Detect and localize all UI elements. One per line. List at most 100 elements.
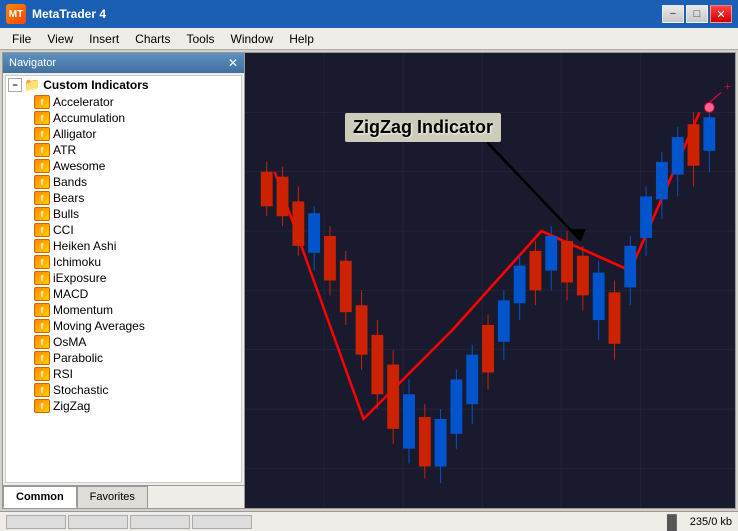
indicator-label: ATR [53,143,76,157]
indicator-label: Stochastic [53,383,108,397]
menu-insert[interactable]: Insert [81,30,127,48]
indicator-icon: f [34,175,50,189]
indicator-label: OsMA [53,335,86,349]
title-bar: MT MetaTrader 4 − □ ✕ [0,0,738,28]
list-item[interactable]: f Bulls [6,206,241,222]
maximize-button[interactable]: □ [686,5,708,23]
status-segment-2 [68,515,128,529]
svg-text:+: + [724,80,731,94]
indicator-label: Moving Averages [53,319,145,333]
indicator-icon: f [34,367,50,381]
list-item[interactable]: f ATR [6,142,241,158]
indicator-icon: f [34,143,50,157]
indicator-icon: f [34,223,50,237]
menu-charts[interactable]: Charts [127,30,178,48]
indicator-icon: f [34,95,50,109]
status-segments [6,515,252,529]
list-item[interactable]: f Ichimoku [6,254,241,270]
status-segment-1 [6,515,66,529]
list-item[interactable]: f Moving Averages [6,318,241,334]
list-item[interactable]: f RSI [6,366,241,382]
list-item[interactable]: f Momentum [6,302,241,318]
indicator-icon: f [34,319,50,333]
nav-tabs: Common Favorites [3,485,244,508]
indicator-icon: f [34,271,50,285]
chart-area[interactable]: ZigZag Indicator [245,53,735,508]
close-button[interactable]: ✕ [710,5,732,23]
indicator-label: Awesome [53,159,105,173]
bars-icon: ▐▌ [662,514,682,530]
tree-root-item[interactable]: − 📁 Custom Indicators [6,76,241,94]
list-item[interactable]: f Stochastic [6,382,241,398]
menu-bar: File View Insert Charts Tools Window Hel… [0,28,738,50]
chart-annotation: ZigZag Indicator [345,113,501,142]
list-item[interactable]: f Bears [6,190,241,206]
minimize-button[interactable]: − [662,5,684,23]
status-right: ▐▌ 235/0 kb [662,514,732,530]
indicator-label: Heiken Ashi [53,239,116,253]
indicator-label: Bulls [53,207,79,221]
list-item[interactable]: f Parabolic [6,350,241,366]
menu-view[interactable]: View [39,30,81,48]
indicator-icon: f [34,399,50,413]
indicator-label: Ichimoku [53,255,101,269]
indicator-icon: f [34,335,50,349]
indicator-label: CCI [53,223,74,237]
indicator-label: Bears [53,191,84,205]
main-content: Navigator ✕ − 📁 Custom Indicators f Acce… [2,52,736,509]
expand-icon[interactable]: − [8,78,22,92]
list-item[interactable]: f Accelerator [6,94,241,110]
folder-icon: 📁 [24,77,40,93]
app-icon: MT [6,4,26,24]
list-item[interactable]: f ZigZag [6,398,241,414]
indicator-icon: f [34,287,50,301]
list-item[interactable]: f Alligator [6,126,241,142]
indicator-icon: f [34,303,50,317]
indicator-label: RSI [53,367,73,381]
menu-file[interactable]: File [4,30,39,48]
navigator-header: Navigator ✕ [3,53,244,73]
custom-indicators-label: Custom Indicators [43,78,148,92]
indicator-icon: f [34,191,50,205]
tab-favorites[interactable]: Favorites [77,486,148,508]
indicator-icon: f [34,111,50,125]
indicator-label: Bands [53,175,87,189]
list-item[interactable]: f CCI [6,222,241,238]
menu-help[interactable]: Help [281,30,322,48]
indicator-label: ZigZag [53,399,90,413]
indicator-label: Accelerator [53,95,114,109]
navigator-title: Navigator [9,57,56,69]
list-item[interactable]: f MACD [6,286,241,302]
menu-window[interactable]: Window [223,30,282,48]
menu-tools[interactable]: Tools [179,30,223,48]
indicator-icon: f [34,351,50,365]
window-title: MetaTrader 4 [32,7,106,21]
list-item[interactable]: f Accumulation [6,110,241,126]
list-item[interactable]: f OsMA [6,334,241,350]
indicator-label: Momentum [53,303,113,317]
indicator-icon: f [34,239,50,253]
status-bar: ▐▌ 235/0 kb [0,511,738,531]
status-segment-3 [130,515,190,529]
tab-common[interactable]: Common [3,486,77,508]
status-size: 235/0 kb [690,516,732,528]
list-item[interactable]: f iExposure [6,270,241,286]
list-item[interactable]: f Heiken Ashi [6,238,241,254]
indicator-icon: f [34,383,50,397]
navigator-close[interactable]: ✕ [228,56,238,70]
indicator-label: Alligator [53,127,96,141]
indicator-icon: f [34,127,50,141]
indicator-label: Accumulation [53,111,125,125]
status-segment-4 [192,515,252,529]
indicator-icon: f [34,159,50,173]
indicator-label: Parabolic [53,351,103,365]
indicator-label: iExposure [53,271,106,285]
title-bar-controls: − □ ✕ [662,5,732,23]
list-item[interactable]: f Bands [6,174,241,190]
indicator-icon: f [34,207,50,221]
indicator-icon: f [34,255,50,269]
navigator-panel: Navigator ✕ − 📁 Custom Indicators f Acce… [3,53,245,508]
indicator-label: MACD [53,287,88,301]
navigator-tree[interactable]: − 📁 Custom Indicators f Accelerator f Ac… [5,75,242,483]
list-item[interactable]: f Awesome [6,158,241,174]
